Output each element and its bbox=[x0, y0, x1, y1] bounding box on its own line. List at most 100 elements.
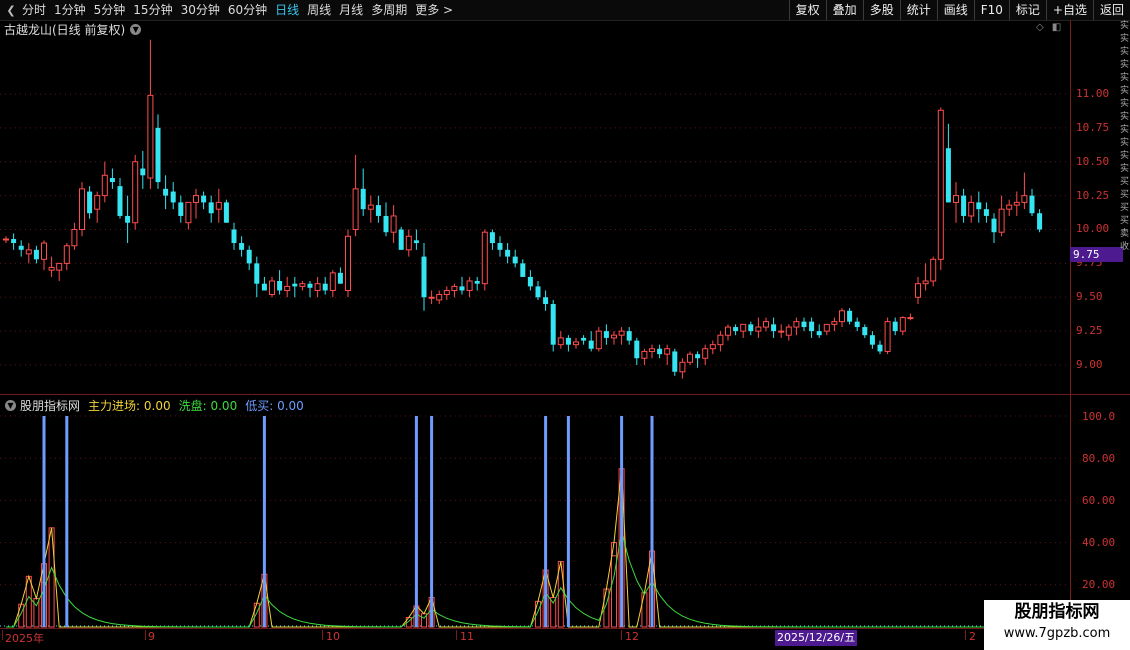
indicator-tick-label: 100.0 bbox=[1082, 410, 1116, 423]
candle-body-up bbox=[915, 283, 921, 298]
candle-body-down bbox=[543, 297, 549, 305]
price-tick-label: 9.50 bbox=[1076, 290, 1103, 303]
indicator-tick-label: 60.00 bbox=[1082, 494, 1116, 507]
candle-body-up bbox=[215, 201, 222, 210]
candle-body-down bbox=[801, 321, 807, 328]
candle-body-up bbox=[884, 321, 891, 352]
candle-body-down bbox=[11, 238, 17, 244]
candle-body-up bbox=[63, 245, 70, 264]
candle-body-down bbox=[337, 272, 343, 284]
low-buy-label: 低买: bbox=[245, 398, 274, 413]
candle-body-down bbox=[520, 263, 526, 277]
candle-body-down bbox=[505, 249, 511, 257]
low-buy-field: 低买: 0.00 bbox=[245, 397, 304, 414]
date-label: 2025年 bbox=[5, 632, 44, 645]
date-tick bbox=[145, 630, 146, 640]
candle-body-down bbox=[33, 249, 39, 260]
candle-body-down bbox=[527, 276, 533, 287]
back-button[interactable]: 返回 bbox=[1092, 0, 1130, 20]
candle-body-up bbox=[185, 201, 192, 224]
candle-body-down bbox=[413, 240, 419, 244]
candle-body-up bbox=[831, 321, 838, 325]
low-buy-marker bbox=[262, 416, 266, 627]
candle-body-up bbox=[299, 283, 306, 287]
main-force-line bbox=[6, 468, 1040, 628]
candle-body-down bbox=[223, 202, 229, 223]
candle-body-up bbox=[436, 294, 443, 301]
low-buy-marker bbox=[544, 416, 548, 627]
candle-body-down bbox=[945, 148, 951, 203]
candle-body-down bbox=[170, 191, 176, 203]
candle-body-down bbox=[307, 283, 313, 288]
candle-body-up bbox=[998, 208, 1005, 233]
candle-body-up bbox=[618, 330, 625, 336]
candle-body-up bbox=[611, 334, 617, 339]
candle-body-up bbox=[839, 310, 845, 323]
candle-body-down bbox=[18, 245, 24, 250]
candle-body-down bbox=[657, 348, 663, 355]
price-tick-label: 9.25 bbox=[1076, 324, 1103, 337]
candle-body-down bbox=[125, 215, 131, 223]
candle-body-down bbox=[474, 280, 480, 284]
date-label: 9 bbox=[148, 630, 155, 643]
watermark-url: www.7gpzb.com bbox=[1003, 626, 1111, 641]
candle-body-down bbox=[261, 283, 267, 291]
candle-body-down bbox=[991, 218, 997, 233]
indicator-tick-label: 20.00 bbox=[1082, 578, 1116, 591]
candle-body-up bbox=[269, 280, 275, 296]
chevron-down-icon[interactable]: ▼ bbox=[5, 399, 16, 411]
candle-body-up bbox=[725, 326, 731, 336]
candle-body-down bbox=[254, 263, 260, 284]
indicator-title-row: ▼ 股朋指标网 主力进场: 0.00 洗盘: 0.00 低买: 0.00 bbox=[0, 397, 304, 413]
candle-body-up bbox=[793, 321, 800, 328]
candle-body-down bbox=[862, 327, 868, 336]
pane-divider bbox=[0, 394, 1130, 395]
cursor-date-tag: 2025/12/26/五 bbox=[775, 630, 858, 646]
candle-body-down bbox=[588, 340, 594, 349]
date-label: 10 bbox=[326, 630, 340, 643]
date-tick bbox=[965, 630, 966, 640]
candle-body-down bbox=[1029, 195, 1035, 214]
main-force-field: 主力进场: 0.00 bbox=[88, 397, 171, 414]
main-force-value: 0.00 bbox=[143, 398, 171, 413]
candle-body-down bbox=[565, 337, 571, 345]
candle-body-down bbox=[892, 321, 898, 332]
candle-body-down bbox=[581, 337, 587, 341]
date-label: 12 bbox=[625, 630, 639, 643]
candle-body-up bbox=[132, 161, 139, 224]
candle-body-up bbox=[785, 326, 792, 336]
price-tick-label: 10.50 bbox=[1076, 155, 1110, 168]
date-tick bbox=[621, 630, 622, 640]
candle-body-down bbox=[117, 186, 123, 216]
candle-body-up bbox=[740, 323, 747, 332]
candle-body-down bbox=[976, 202, 982, 210]
candle-body-up bbox=[899, 317, 906, 332]
candle-body-down bbox=[847, 310, 853, 322]
candle-body-up bbox=[284, 285, 291, 291]
candle-body-down bbox=[109, 178, 115, 183]
candle-body-up bbox=[573, 341, 579, 346]
date-tick bbox=[456, 630, 457, 640]
candle-body-down bbox=[672, 351, 678, 372]
candle-body-down bbox=[246, 249, 252, 264]
date-axis: 2025年 9 10 11 12 2 bbox=[0, 630, 1070, 646]
candle-body-down bbox=[626, 331, 632, 341]
candle-body-up bbox=[101, 174, 108, 197]
wash-value: 0.00 bbox=[210, 398, 238, 413]
candle-body-up bbox=[443, 289, 450, 296]
price-chart[interactable] bbox=[0, 0, 1070, 630]
low-buy-marker bbox=[65, 416, 69, 627]
side-panel-edge[interactable]: 实实实实实实实实实实实实买买买买卖收 bbox=[1120, 20, 1130, 400]
candle-body-up bbox=[687, 353, 693, 363]
indicator-tick-label: 80.00 bbox=[1082, 452, 1116, 465]
candle-body-up bbox=[352, 188, 359, 231]
main-force-label: 主力进场: bbox=[88, 398, 141, 413]
candle-body-down bbox=[383, 215, 389, 233]
candle-body-down bbox=[140, 168, 146, 176]
candle-body-down bbox=[634, 340, 640, 359]
low-buy-value: 0.00 bbox=[277, 398, 304, 413]
candle-body-down bbox=[512, 256, 518, 264]
candle-body-down bbox=[231, 229, 237, 244]
price-tick-label: 11.00 bbox=[1076, 87, 1110, 100]
candle-body-up bbox=[702, 348, 709, 359]
